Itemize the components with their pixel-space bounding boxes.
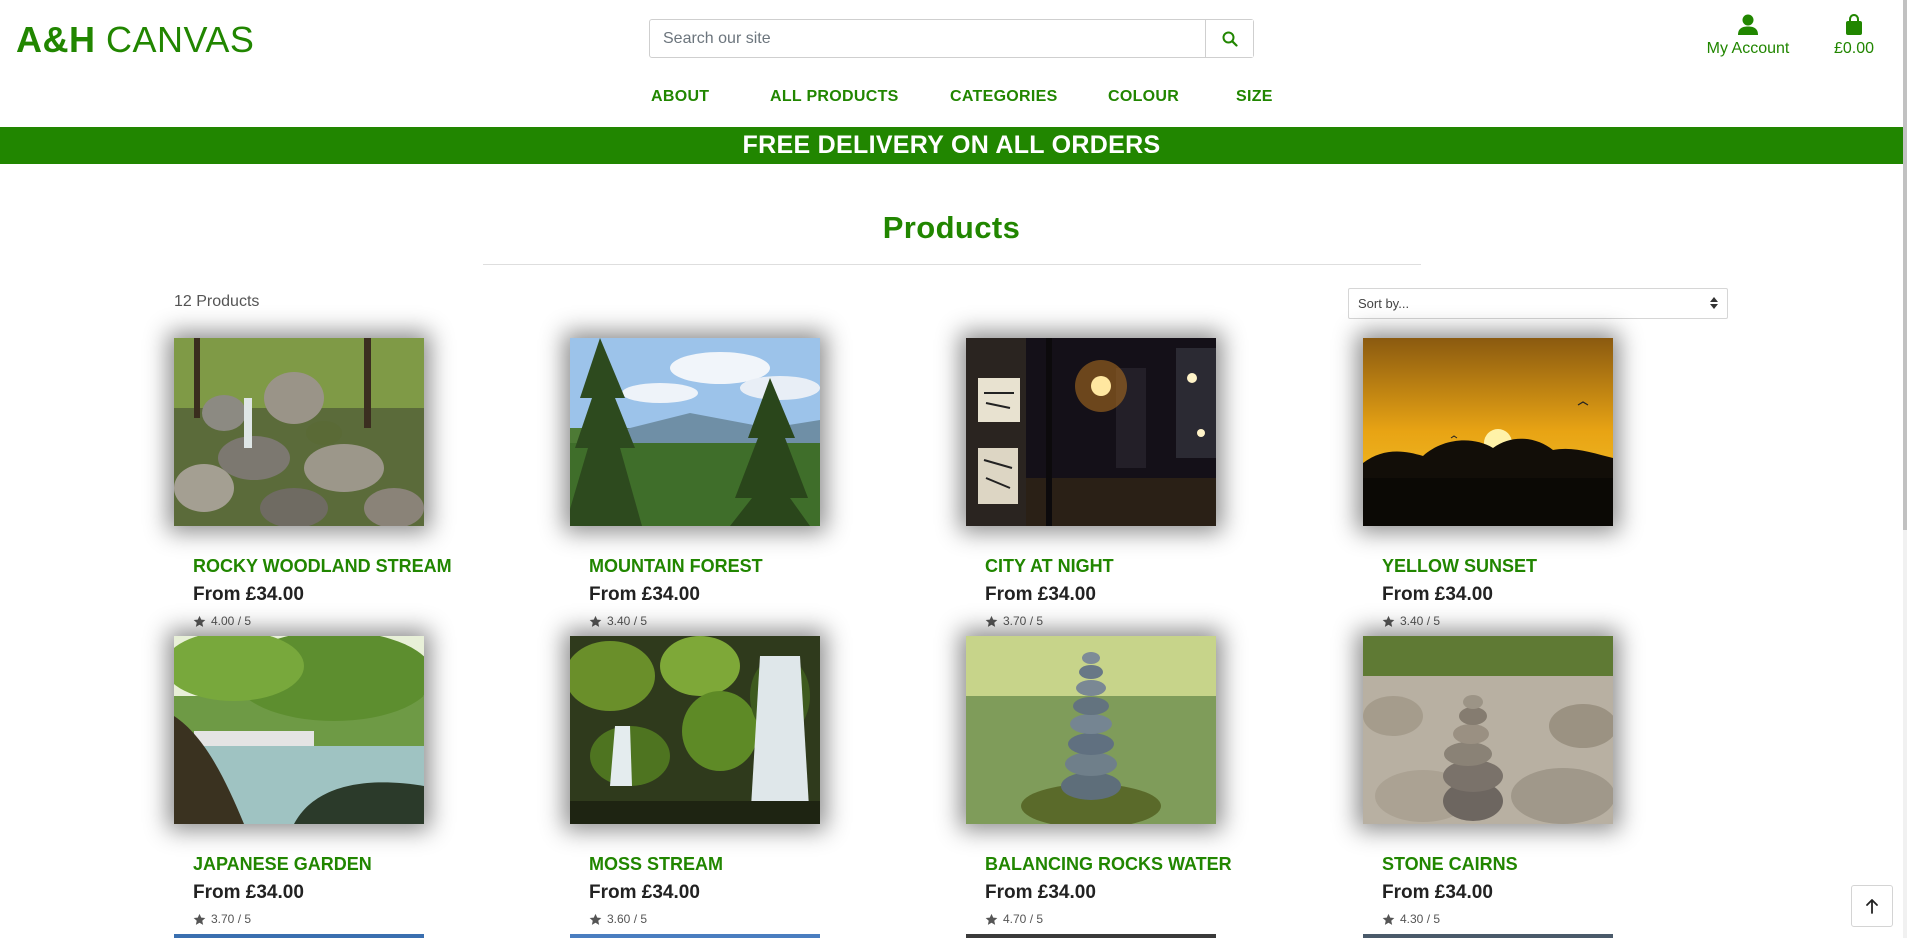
product-rating-value: 4.00 / 5 <box>211 614 252 628</box>
product-card: BALANCING ROCKS WATER From £34.00 4.70 /… <box>966 636 1266 926</box>
product-card: JAPANESE GARDEN From £34.00 3.70 / 5 <box>174 636 474 926</box>
star-icon <box>1382 615 1395 627</box>
product-rating-value: 3.60 / 5 <box>607 912 648 926</box>
mountain-forest-photo <box>570 338 820 526</box>
product-price: From £34.00 <box>985 882 1096 903</box>
star-icon <box>985 615 998 627</box>
product-image-partial[interactable] <box>1363 934 1613 938</box>
product-card: MOUNTAIN FOREST From £34.00 3.40 / 5 <box>570 338 870 628</box>
product-rating: 4.00 / 5 <box>193 614 251 628</box>
city-at-night-photo <box>966 338 1216 526</box>
product-image[interactable] <box>174 338 424 526</box>
product-rating: 4.30 / 5 <box>1382 912 1440 926</box>
product-image-partial[interactable] <box>174 934 424 938</box>
star-icon <box>985 913 998 925</box>
page: A&H CANVAS My Account £0.00 ABOUT ALL PR… <box>0 0 1907 938</box>
product-name[interactable]: STONE CAIRNS <box>1382 854 1518 875</box>
product-rating: 3.60 / 5 <box>589 912 647 926</box>
product-rating-value: 4.30 / 5 <box>1400 912 1441 926</box>
product-rating-value: 3.70 / 5 <box>211 912 252 926</box>
product-image[interactable] <box>570 636 820 824</box>
product-price: From £34.00 <box>193 584 304 605</box>
yellow-sunset-photo <box>1363 338 1613 526</box>
product-image-partial[interactable] <box>570 934 820 938</box>
star-icon <box>589 615 602 627</box>
product-image-partial[interactable] <box>966 934 1216 938</box>
balancing-rocks-water-photo <box>966 636 1216 824</box>
product-image[interactable] <box>1363 338 1613 526</box>
product-name[interactable]: BALANCING ROCKS WATER <box>985 854 1232 875</box>
product-price: From £34.00 <box>985 584 1096 605</box>
product-rating: 3.70 / 5 <box>193 912 251 926</box>
star-icon <box>193 913 206 925</box>
product-image[interactable] <box>174 636 424 824</box>
product-rating: 4.70 / 5 <box>985 912 1043 926</box>
product-price: From £34.00 <box>193 882 304 903</box>
product-rating: 3.40 / 5 <box>589 614 647 628</box>
product-name[interactable]: MOUNTAIN FOREST <box>589 556 763 577</box>
product-card: ROCKY WOODLAND STREAM From £34.00 4.00 /… <box>174 338 474 628</box>
product-rating: 3.70 / 5 <box>985 614 1043 628</box>
product-rating-value: 3.40 / 5 <box>607 614 648 628</box>
product-rating-value: 3.70 / 5 <box>1003 614 1044 628</box>
product-card: YELLOW SUNSET From £34.00 3.40 / 5 <box>1363 338 1663 628</box>
japanese-garden-photo <box>174 636 424 824</box>
product-name[interactable]: YELLOW SUNSET <box>1382 556 1537 577</box>
product-name[interactable]: CITY AT NIGHT <box>985 556 1114 577</box>
arrow-up-icon <box>1866 899 1878 914</box>
product-price: From £34.00 <box>589 882 700 903</box>
scrollbar[interactable] <box>1903 0 1907 938</box>
product-price: From £34.00 <box>1382 882 1493 903</box>
product-card: CITY AT NIGHT From £34.00 3.70 / 5 <box>966 338 1266 628</box>
product-card: STONE CAIRNS From £34.00 4.30 / 5 <box>1363 636 1663 926</box>
star-icon <box>1382 913 1395 925</box>
product-image[interactable] <box>1363 636 1613 824</box>
product-rating-value: 4.70 / 5 <box>1003 912 1044 926</box>
product-image[interactable] <box>966 636 1216 824</box>
product-grid: ROCKY WOODLAND STREAM From £34.00 4.00 /… <box>0 0 1907 938</box>
star-icon <box>193 615 206 627</box>
moss-stream-photo <box>570 636 820 824</box>
product-image[interactable] <box>570 338 820 526</box>
product-name[interactable]: MOSS STREAM <box>589 854 723 875</box>
rocky-woodland-stream-photo <box>174 338 424 526</box>
product-image[interactable] <box>966 338 1216 526</box>
product-price: From £34.00 <box>589 584 700 605</box>
back-to-top-button[interactable] <box>1851 885 1893 927</box>
star-icon <box>589 913 602 925</box>
scrollbar-thumb[interactable] <box>1903 0 1907 530</box>
stone-cairns-photo <box>1363 636 1613 824</box>
product-card: MOSS STREAM From £34.00 3.60 / 5 <box>570 636 870 926</box>
product-rating: 3.40 / 5 <box>1382 614 1440 628</box>
product-name[interactable]: ROCKY WOODLAND STREAM <box>193 556 452 577</box>
product-rating-value: 3.40 / 5 <box>1400 614 1441 628</box>
product-name[interactable]: JAPANESE GARDEN <box>193 854 372 875</box>
product-price: From £34.00 <box>1382 584 1493 605</box>
